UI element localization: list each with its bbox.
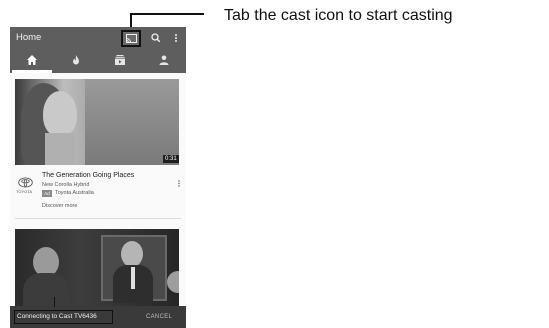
- tab-subscriptions[interactable]: [98, 49, 142, 73]
- phone-screen: Home 0:31 TOYOTA The Generation Going Pl…: [10, 27, 186, 328]
- cast-snackbar: Connecting to Cast TV6436 CANCEL: [10, 306, 186, 328]
- more-vert-icon: [175, 34, 177, 42]
- cast-icon: [126, 34, 137, 43]
- video-title[interactable]: The Generation Going Places: [42, 172, 134, 179]
- tab-account[interactable]: [142, 49, 186, 73]
- callout-line-horizontal: [130, 13, 204, 15]
- ad-badge: Ad: [42, 190, 52, 197]
- video-options-button[interactable]: [176, 176, 182, 187]
- thumbnail-figure-face: [43, 91, 77, 137]
- snackbar-pointer-line: [54, 297, 55, 307]
- feed-divider: [15, 218, 181, 219]
- search-button[interactable]: [149, 30, 163, 46]
- video-thumbnail-2[interactable]: [15, 229, 179, 307]
- flame-icon: [73, 55, 79, 65]
- subscriptions-icon: [115, 55, 125, 65]
- more-vert-icon: [178, 180, 180, 187]
- account-icon: [159, 55, 169, 65]
- tab-home[interactable]: [10, 49, 54, 73]
- advertiser-name: Toyota Australia: [55, 190, 94, 196]
- callout-text: Tab the cast icon to start casting: [224, 7, 453, 24]
- thumbnail-guest-head: [121, 241, 143, 267]
- tab-trending[interactable]: [54, 49, 98, 73]
- tab-bar: [10, 49, 186, 73]
- search-icon: [151, 33, 161, 43]
- channel-logo[interactable]: [18, 175, 33, 190]
- discover-more-link[interactable]: Discover more: [42, 203, 77, 209]
- video-duration: 0:31: [163, 155, 179, 163]
- thumbnail-guest-tie: [131, 267, 135, 289]
- thumbnail-background: [85, 79, 179, 165]
- snackbar-message: Connecting to Cast TV6436: [17, 313, 97, 320]
- toyota-logo-icon: [18, 177, 33, 188]
- more-options-button[interactable]: [171, 30, 181, 46]
- snackbar-cancel-button[interactable]: CANCEL: [146, 314, 172, 320]
- video-subtitle: New Corolla Hybrid: [42, 182, 90, 188]
- app-bar: Home: [10, 27, 186, 49]
- cast-button[interactable]: [121, 30, 141, 47]
- app-title: Home: [16, 32, 42, 43]
- channel-logo-wordmark: TOYOTA: [16, 189, 33, 194]
- thumbnail-host-body: [23, 273, 69, 307]
- active-tab-indicator: [12, 70, 52, 73]
- thumbnail-figure-neck: [45, 133, 75, 165]
- home-icon: [27, 55, 37, 65]
- video-thumbnail[interactable]: 0:31: [15, 79, 179, 165]
